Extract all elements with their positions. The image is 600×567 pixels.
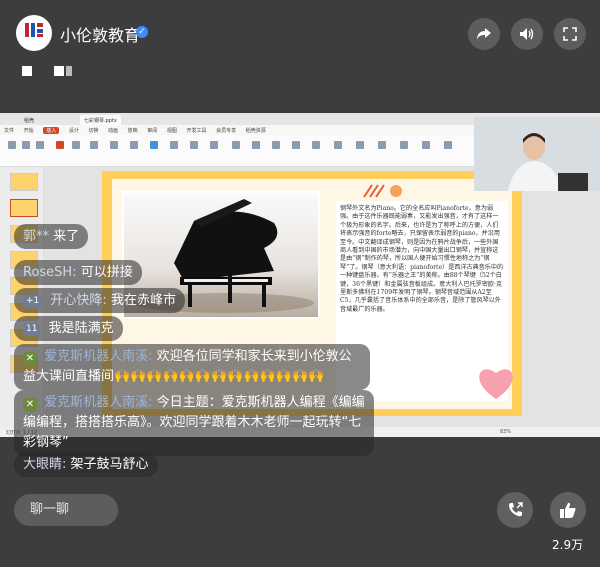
tab-docer[interactable]: 稻壳 [20, 115, 39, 125]
toolbar-icon[interactable] [400, 141, 408, 149]
robot-icon: ✕ [23, 352, 37, 366]
toolbar-icon[interactable] [56, 141, 64, 149]
toolbar-icon[interactable] [130, 141, 138, 149]
robot-icon: ✕ [23, 398, 37, 412]
presenter-video [474, 117, 600, 191]
chat-text: 可以拼接 [80, 265, 133, 280]
chat-message[interactable]: +1 开心快降: 我在赤峰市 [14, 288, 185, 313]
chat-nick: 爱克斯机器人南溪: [44, 395, 153, 410]
ribbon-item[interactable]: 放映 [128, 127, 138, 134]
ribbon-item[interactable]: 视图 [167, 127, 177, 134]
heart-decoration [479, 369, 513, 399]
toolbar-icon[interactable] [110, 141, 118, 149]
presenter-camera [474, 117, 600, 191]
toolbar-icon[interactable] [252, 141, 260, 149]
chat-message-system[interactable]: ✕ 爱克斯机器人南溪: 今日主题：爱克斯机器人编程《编编编编程，搭搭搭乐高》。欢… [14, 390, 374, 456]
toolbar-icon[interactable] [356, 141, 364, 149]
gift-indicator [22, 66, 32, 76]
slide-thumbnail[interactable] [10, 173, 38, 191]
share-button[interactable] [468, 18, 500, 50]
ribbon-item[interactable]: 开发工具 [186, 127, 206, 134]
chat-nick: 郭** [23, 229, 50, 244]
ribbon-item[interactable]: 稻壳资源 [246, 127, 266, 134]
user-level-badge: +1 [23, 295, 43, 308]
fullscreen-button[interactable] [554, 18, 586, 50]
tab-ppt-file[interactable]: 七彩钢琴.pptx [80, 115, 121, 125]
brand-name[interactable]: 小伦敦教育 [60, 22, 140, 46]
chat-nick: 开心快降: [50, 293, 107, 308]
gift-indicator [66, 66, 72, 76]
like-button[interactable] [550, 492, 586, 528]
chat-nick: 爱克斯机器人南溪: [44, 349, 153, 364]
chat-text: 我是陆满克 [48, 321, 114, 336]
logo-mark [23, 22, 45, 45]
toolbar-icon[interactable] [22, 141, 30, 149]
phone-icon [509, 502, 523, 517]
toolbar-icon[interactable] [90, 141, 98, 149]
ribbon-item[interactable]: 文件 [4, 127, 14, 134]
zoom-level[interactable]: 83% [500, 429, 511, 435]
chat-message[interactable]: 11 我是陆满克 [14, 316, 123, 341]
wave-decoration [363, 184, 402, 198]
brand-logo[interactable] [16, 15, 52, 51]
toolbar-icon[interactable] [210, 141, 218, 149]
ribbon-item[interactable]: 审阅 [147, 127, 157, 134]
toolbar-icon[interactable] [150, 141, 158, 149]
toolbar-icon[interactable] [272, 141, 280, 149]
ribbon-item-active[interactable]: 插入 [43, 127, 60, 134]
ribbon-item[interactable]: 会员专享 [216, 127, 236, 134]
logo-glyph [25, 22, 43, 37]
chat-nick: RoseSH: [23, 265, 77, 280]
toolbar-icon[interactable] [232, 141, 240, 149]
toolbar-icon[interactable] [378, 141, 386, 149]
ribbon-item[interactable]: 开始 [24, 127, 34, 134]
top-bar: 小伦敦教育 ✓ [0, 0, 600, 60]
volume-icon [520, 28, 534, 40]
slide-thumbnail[interactable] [10, 199, 38, 217]
thumbs-up-icon [560, 502, 576, 518]
toolbar-icon[interactable] [292, 141, 300, 149]
comment-input[interactable]: 聊一聊 [14, 494, 118, 526]
volume-button[interactable] [511, 18, 543, 50]
ribbon-item[interactable]: 动画 [108, 127, 118, 134]
chat-message[interactable]: 大眼睛: 架子鼓马舒心 [14, 452, 158, 477]
verified-icon: ✓ [136, 26, 148, 38]
toolbar-icon[interactable] [312, 141, 320, 149]
toolbar-icon[interactable] [8, 141, 16, 149]
ribbon-item[interactable]: 设计 [69, 127, 79, 134]
user-level-badge: 11 [23, 323, 41, 336]
toolbar-icon[interactable] [170, 141, 178, 149]
chat-nick: 大眼睛: [23, 457, 67, 472]
chat-message[interactable]: RoseSH: 可以拼接 [14, 260, 142, 285]
toolbar-icon[interactable] [190, 141, 198, 149]
toolbar-icon[interactable] [334, 141, 342, 149]
like-count: 2.9万 [552, 538, 584, 552]
gift-indicator [54, 66, 64, 76]
chat-text: 来了 [53, 229, 80, 244]
toolbar-icon[interactable] [72, 141, 80, 149]
chat-message[interactable]: 郭** 来了 [14, 224, 89, 249]
call-button[interactable] [497, 492, 533, 528]
chat-text: 架子鼓马舒心 [70, 457, 149, 472]
chat-message-system[interactable]: ✕ 爱克斯机器人南溪: 欢迎各位同学和家长来到小伦敦公益大课间直播间🙌🙌🙌🙌🙌🙌… [14, 344, 370, 390]
toolbar-icon[interactable] [422, 141, 430, 149]
toolbar-icon[interactable] [36, 141, 44, 149]
toolbar-icon[interactable] [444, 141, 452, 149]
share-icon [477, 28, 491, 40]
chat-text: 我在赤峰市 [110, 293, 176, 308]
ribbon-item[interactable]: 切换 [88, 127, 98, 134]
fullscreen-icon [563, 27, 577, 41]
